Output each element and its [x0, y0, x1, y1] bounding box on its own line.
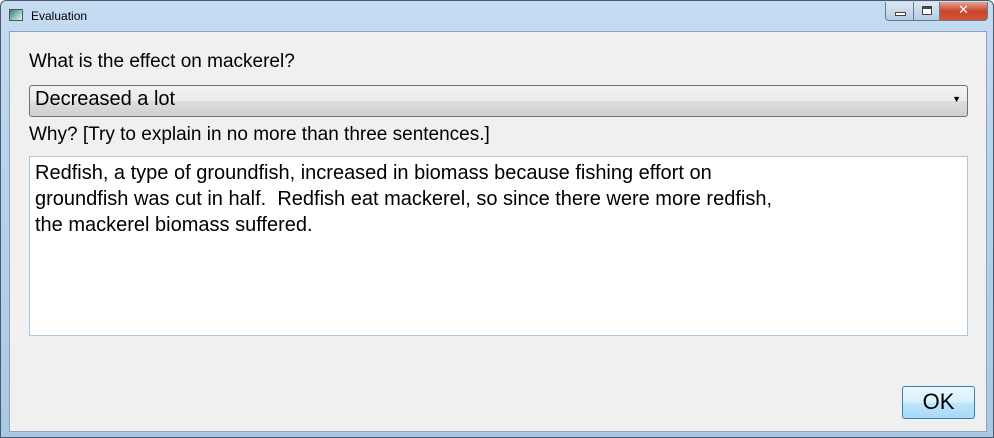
ok-button[interactable]: OK — [902, 386, 975, 419]
maximize-button[interactable] — [913, 2, 940, 21]
minimize-icon — [895, 12, 906, 16]
window-frame: Evaluation ✕ What is the effect on macke… — [0, 0, 994, 438]
window-title: Evaluation — [31, 9, 88, 23]
maximize-icon — [922, 6, 932, 15]
chevron-down-icon: ▼ — [952, 94, 961, 104]
effect-selected-value: Decreased a lot — [35, 88, 176, 110]
close-icon: ✕ — [958, 3, 969, 18]
why-textarea[interactable]: Redfish, a type of groundfish, increased… — [29, 156, 968, 336]
why-label: Why? [Try to explain in no more than thr… — [29, 124, 490, 145]
minimize-button[interactable] — [885, 2, 914, 21]
effect-question-label: What is the effect on mackerel? — [29, 51, 295, 72]
effect-dropdown[interactable]: Decreased a lot ▼ — [29, 85, 968, 117]
dialog-body: What is the effect on mackerel? Decrease… — [9, 31, 987, 432]
app-icon[interactable] — [9, 9, 23, 21]
close-button[interactable]: ✕ — [939, 2, 988, 21]
